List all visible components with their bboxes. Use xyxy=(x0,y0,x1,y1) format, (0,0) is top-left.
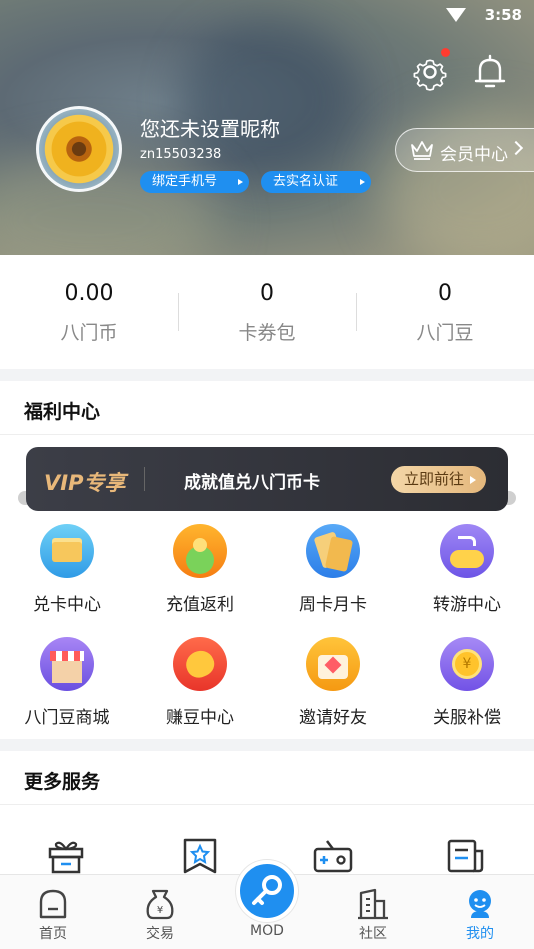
banner-tag: VIP专享 xyxy=(44,471,126,495)
welfare-item-weekly-card[interactable]: 周卡月卡 xyxy=(266,524,400,615)
stat-label: 卡券包 xyxy=(238,322,296,344)
banner-go-button[interactable]: 立即前往 xyxy=(391,466,486,493)
wallet-stats: 0.00 八门币 0 卡券包 0 八门豆 xyxy=(0,255,534,369)
nav-mod[interactable]: MOD xyxy=(227,923,307,939)
welfare-center: 福利中心 VIP专享 成就值兑八门币卡 立即前往 兑卡中心 充值返利 周卡月卡 xyxy=(0,381,534,739)
stat-value: 0.00 xyxy=(64,281,114,306)
buildings-icon xyxy=(358,888,388,920)
news-icon[interactable] xyxy=(446,837,486,875)
banner-text: 成就值兑八门币卡 xyxy=(184,473,320,493)
stat-label: 八门豆 xyxy=(416,322,474,344)
avatar[interactable] xyxy=(36,106,122,192)
welfare-item-label: 邀请好友 xyxy=(299,708,367,728)
nav-label: MOD xyxy=(250,923,284,939)
nav-label: 我的 xyxy=(466,926,494,942)
profile-mascot-icon xyxy=(469,890,491,918)
welfare-item-label: 转游中心 xyxy=(433,595,501,615)
nav-community[interactable]: 社区 xyxy=(333,887,413,943)
gift-box-icon[interactable] xyxy=(46,837,86,875)
welfare-item-label: 兑卡中心 xyxy=(33,595,101,615)
invite-friends-icon xyxy=(306,637,360,691)
user-id: zn15503238 xyxy=(140,147,222,162)
welfare-item-label: 充值返利 xyxy=(166,595,234,615)
welfare-item-invite-friends[interactable]: 邀请好友 xyxy=(266,637,400,728)
crown-icon xyxy=(411,141,433,160)
welfare-item-label: 周卡月卡 xyxy=(299,595,367,615)
welfare-item-compensation[interactable]: ¥ 关服补偿 xyxy=(400,637,534,728)
nickname[interactable]: 您还未设置昵称 xyxy=(140,113,280,142)
server-compensation-icon: ¥ xyxy=(440,637,494,691)
welfare-item-label: 关服补偿 xyxy=(433,708,501,728)
star-bookmark-icon[interactable] xyxy=(180,837,220,875)
real-name-label: 去实名认证 xyxy=(273,174,339,189)
recharge-rebate-icon xyxy=(173,524,227,578)
notification-dot xyxy=(441,48,450,57)
banner-go-label: 立即前往 xyxy=(404,470,465,488)
nav-mine[interactable]: 我的 xyxy=(440,887,520,943)
welfare-item-recharge-rebate[interactable]: 充值返利 xyxy=(133,524,267,615)
stat-value: 0 xyxy=(260,281,274,306)
game-transfer-icon xyxy=(440,524,494,578)
card-exchange-icon xyxy=(40,524,94,578)
welfare-item-label: 赚豆中心 xyxy=(166,708,234,728)
profile-header: 3:58 您还未设置昵称 zn15503238 绑定手机号 去实名认证 会员中心 xyxy=(0,0,534,255)
bind-phone-label: 绑定手机号 xyxy=(152,174,218,189)
earn-beans-icon xyxy=(173,637,227,691)
status-time: 3:58 xyxy=(484,6,522,24)
welfare-item-label: 八门豆商城 xyxy=(24,708,110,728)
vip-center-label: 会员中心 xyxy=(440,145,508,165)
stat-coins[interactable]: 0.00 八门币 xyxy=(0,281,178,345)
real-name-button[interactable]: 去实名认证 xyxy=(261,171,371,193)
nav-trade[interactable]: ¥ 交易 xyxy=(120,887,200,943)
stat-label: 八门币 xyxy=(60,322,118,344)
status-bar: 3:58 xyxy=(0,0,534,30)
bind-phone-button[interactable]: 绑定手机号 xyxy=(140,171,249,193)
welfare-item-earn-beans[interactable]: 赚豆中心 xyxy=(133,637,267,728)
money-bag-icon: ¥ xyxy=(146,889,174,920)
welfare-item-bean-mall[interactable]: 八门豆商城 xyxy=(0,637,134,728)
home-icon xyxy=(39,889,67,919)
stat-beans[interactable]: 0 八门豆 xyxy=(356,281,534,345)
settings-icon[interactable] xyxy=(410,52,450,92)
nav-label: 交易 xyxy=(146,926,174,942)
chevron-right-icon xyxy=(508,140,524,156)
nav-label: 社区 xyxy=(359,926,387,942)
divider xyxy=(0,434,534,435)
stat-value: 0 xyxy=(438,281,452,306)
game-controller-icon[interactable] xyxy=(313,837,353,875)
bell-icon[interactable] xyxy=(470,52,510,92)
mod-button[interactable] xyxy=(236,860,298,922)
key-icon xyxy=(252,875,282,905)
section-title: 更多服务 xyxy=(24,771,101,793)
nav-label: 首页 xyxy=(39,926,67,942)
bean-mall-icon xyxy=(40,637,94,691)
welfare-item-game-transfer[interactable]: 转游中心 xyxy=(400,524,534,615)
vip-banner[interactable]: VIP专享 成就值兑八门币卡 立即前往 xyxy=(26,447,508,511)
wifi-icon xyxy=(446,8,466,22)
stat-coupons[interactable]: 0 卡券包 xyxy=(178,281,356,345)
divider xyxy=(0,804,534,805)
weekly-monthly-card-icon xyxy=(306,524,360,578)
vip-center-button[interactable]: 会员中心 xyxy=(395,128,534,172)
svg-text:¥: ¥ xyxy=(157,905,163,916)
nav-home[interactable]: 首页 xyxy=(13,887,93,943)
section-title: 福利中心 xyxy=(24,401,101,423)
welfare-item-card-exchange[interactable]: 兑卡中心 xyxy=(0,524,134,615)
